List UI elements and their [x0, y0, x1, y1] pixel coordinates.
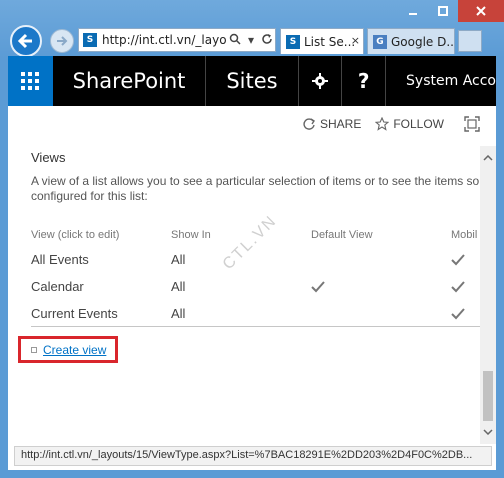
- follow-button[interactable]: FOLLOW: [375, 117, 444, 131]
- maximize-button[interactable]: [428, 0, 458, 22]
- views-section: Views A view of a list allows you to see…: [31, 150, 493, 321]
- window-controls: [398, 0, 504, 22]
- minimize-icon: [409, 13, 417, 15]
- focus-icon: [464, 116, 480, 132]
- show-in-cell: All: [171, 279, 186, 294]
- share-button[interactable]: SHARE: [302, 117, 361, 131]
- brand-title[interactable]: SharePoint: [53, 56, 206, 106]
- column-header: Default View: [311, 229, 373, 241]
- forward-button[interactable]: [50, 29, 74, 53]
- refresh-icon[interactable]: [259, 33, 275, 48]
- section-description: configured for this list:: [31, 189, 148, 203]
- show-in-cell: All: [171, 306, 186, 321]
- table-row: Calendar All: [31, 273, 496, 300]
- focus-on-content-button[interactable]: [464, 116, 484, 132]
- back-button[interactable]: [10, 25, 42, 57]
- view-name-link[interactable]: All Events: [31, 252, 171, 267]
- close-icon: [476, 6, 486, 16]
- suite-bar: SharePoint Sites ? System Acco: [8, 56, 496, 106]
- section-title: Views: [31, 150, 66, 165]
- search-icon[interactable]: [227, 33, 243, 48]
- default-view-cell: [311, 280, 451, 293]
- tab-google-docs[interactable]: G Google D...: [367, 28, 455, 54]
- follow-label: FOLLOW: [393, 117, 444, 131]
- checkmark-icon: [451, 253, 465, 265]
- share-label: SHARE: [319, 117, 362, 131]
- address-url: http://int.ctl.vn/_layou: [102, 33, 227, 47]
- checkmark-icon: [451, 280, 465, 292]
- scroll-down-icon[interactable]: [480, 424, 496, 440]
- page-content: SHARE FOLLOW Views A view of a list allo…: [8, 106, 496, 444]
- scrollbar-thumb[interactable]: [483, 371, 493, 421]
- waffle-icon: [21, 72, 40, 90]
- tab-label: Google D...: [391, 34, 455, 49]
- bullet-icon: [31, 346, 37, 353]
- sharepoint-favicon-icon: S: [83, 33, 97, 47]
- minimize-button[interactable]: [398, 0, 428, 22]
- browser-titlebar: S http://int.ctl.vn/_layou ▾ S List Se..…: [0, 0, 504, 58]
- address-bar[interactable]: S http://int.ctl.vn/_layou ▾: [78, 28, 276, 52]
- status-bar: http://int.ctl.vn/_layouts/15/ViewType.a…: [8, 444, 496, 470]
- maximize-icon: [438, 6, 448, 16]
- star-icon: [375, 117, 390, 131]
- new-tab-button[interactable]: [458, 30, 482, 52]
- close-window-button[interactable]: [458, 0, 504, 22]
- settings-button[interactable]: [298, 56, 341, 106]
- tab-label: List Se...: [304, 34, 356, 49]
- column-header: View (click to edit): [31, 229, 120, 241]
- divider: [31, 326, 495, 327]
- sites-link[interactable]: Sites: [206, 56, 297, 106]
- app-launcher-button[interactable]: [8, 56, 53, 106]
- status-url: http://int.ctl.vn/_layouts/15/ViewType.a…: [14, 446, 492, 466]
- close-tab-icon[interactable]: ×: [351, 34, 360, 47]
- section-description: A view of a list allows you to see a par…: [31, 174, 494, 188]
- gear-icon: [311, 73, 328, 89]
- page-actions: SHARE FOLLOW: [8, 106, 496, 142]
- google-docs-favicon-icon: G: [373, 34, 387, 49]
- account-menu[interactable]: System Acco: [386, 73, 496, 89]
- checkmark-icon: [451, 307, 465, 319]
- sharepoint-favicon-icon: S: [286, 34, 300, 49]
- dropdown-icon[interactable]: ▾: [243, 33, 259, 47]
- create-view-highlight: Create view: [18, 336, 118, 363]
- table-row: All Events All: [31, 246, 496, 273]
- checkmark-icon: [311, 280, 325, 292]
- vertical-scrollbar[interactable]: [480, 146, 496, 444]
- create-view-link[interactable]: Create view: [43, 343, 106, 357]
- arrow-right-icon: [57, 36, 68, 46]
- browser-window: S http://int.ctl.vn/_layou ▾ S List Se..…: [0, 0, 504, 478]
- view-name-link[interactable]: Calendar: [31, 279, 171, 294]
- tab-list-settings[interactable]: S List Se... ×: [280, 28, 364, 54]
- scroll-up-icon[interactable]: [480, 150, 496, 166]
- help-button[interactable]: ?: [342, 56, 385, 106]
- table-row: Current Events All: [31, 300, 496, 327]
- share-icon: [303, 118, 315, 130]
- view-name-link[interactable]: Current Events: [31, 306, 171, 321]
- arrow-left-icon: [17, 33, 32, 49]
